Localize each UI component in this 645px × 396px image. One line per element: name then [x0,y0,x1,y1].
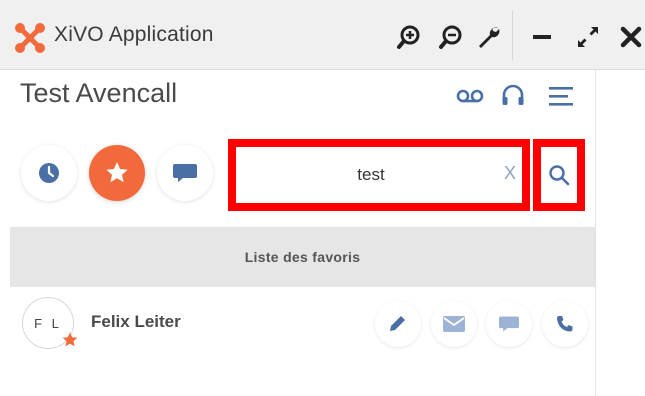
title-bar: XiVO Application [0,0,645,70]
minimize-button[interactable] [525,20,559,54]
close-icon [620,26,642,48]
right-pane [595,70,645,396]
favorites-button[interactable] [89,145,145,201]
email-icon [443,316,465,332]
expand-button[interactable] [571,20,605,54]
menu-button[interactable] [545,80,577,112]
contact-name: Felix Leiter [91,312,181,331]
zoom-out-icon [439,25,462,49]
wrench-icon [479,27,500,48]
voicemail-button[interactable] [454,80,486,112]
zoom-out-button[interactable] [434,20,468,54]
zoom-in-button[interactable] [392,20,426,54]
title-bar-separator [512,10,513,60]
search-button[interactable] [533,139,585,211]
zoom-in-icon [397,25,420,49]
menu-icon [549,87,573,106]
history-button[interactable] [21,145,77,201]
voicemail-icon [456,89,484,103]
headset-icon [502,84,524,105]
clock-icon [39,163,59,183]
chat-contact-button[interactable] [486,301,532,347]
edit-contact-button[interactable] [375,301,421,347]
favorite-star-icon [62,332,78,347]
search-clear-button[interactable]: X [504,163,516,184]
search-input[interactable] [236,147,506,203]
headset-button[interactable] [497,80,529,112]
search-box: X [228,139,530,211]
expand-icon [578,27,598,47]
settings-button[interactable] [472,20,506,54]
phone-icon [557,316,573,332]
favorites-section-header: Liste des favoris [10,227,595,287]
search-icon [549,165,570,186]
email-contact-button[interactable] [431,301,477,347]
chat-icon [499,316,519,332]
section-title: Liste des favoris [244,249,361,265]
minimize-icon [533,35,551,39]
app-title: XiVO Application [54,23,214,46]
chat-nav-button[interactable] [157,145,213,201]
call-contact-button[interactable] [542,301,588,347]
edit-icon [390,316,405,331]
chat-icon [173,164,197,182]
star-icon [106,162,128,183]
contact-row[interactable]: F L Felix Leiter [10,287,595,357]
user-name: Test Avencall [20,78,178,108]
close-button[interactable] [614,20,645,54]
xivo-logo-icon [15,23,45,53]
app-window: XiVO Application Test Avencall test X Li… [0,0,645,396]
